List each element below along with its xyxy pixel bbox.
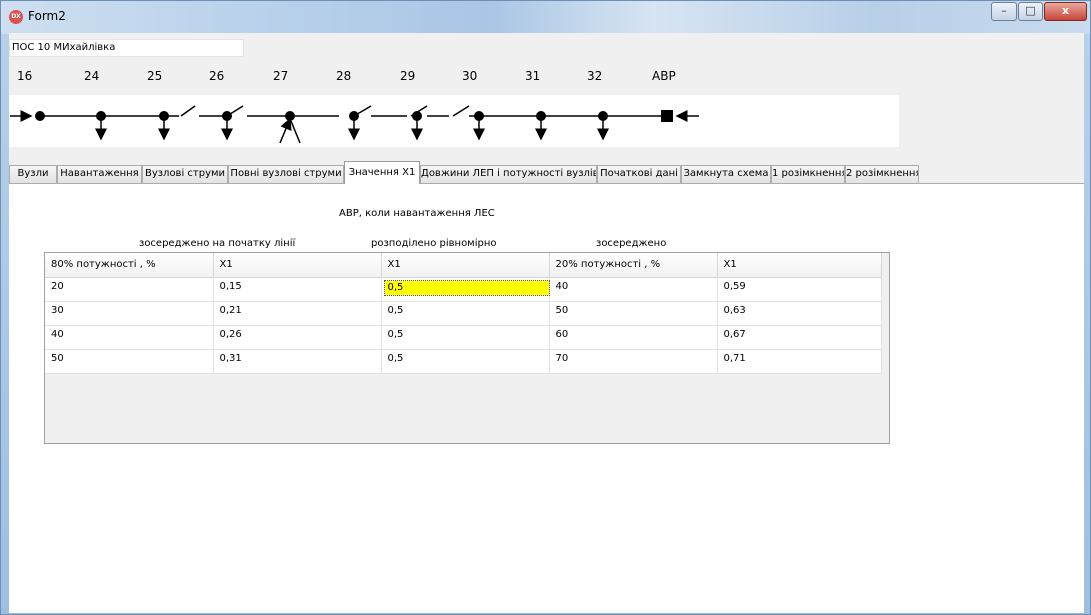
table-cell[interactable]: 0,31 [213,349,382,374]
table-cell[interactable]: 60 [549,325,718,350]
table-cell[interactable]: 0,63 [717,301,882,326]
x1-data-grid[interactable]: 80% потужності , % X1 X1 20% потужності … [44,252,890,444]
maximize-button[interactable]: □ [1018,2,1043,21]
node-number: 16 [17,69,33,83]
table-row: 50 0,31 0,5 70 0,71 [45,349,882,374]
table-row: 30 0,21 0,5 50 0,63 [45,301,882,326]
table-cell[interactable]: 0,5 [381,349,550,374]
node-number: АВР [652,69,676,83]
tab-nodes[interactable]: Вузли [9,165,57,183]
station-name-field[interactable]: ПОС 10 МИхайлівка [9,39,244,57]
table-cell[interactable]: 0,15 [213,277,382,302]
app-icon: DX [9,10,23,24]
x1-table: 80% потужності , % X1 X1 20% потужності … [45,253,882,374]
table-cell[interactable]: 0,59 [717,277,882,302]
tab-panel-x1: АВР, коли навантаження ЛЕС зосереджено н… [9,183,1084,613]
column-header[interactable]: X1 [717,253,882,278]
close-button[interactable]: x [1044,2,1087,21]
tab-strip: Вузли Навантаження Вузлові струми Повні … [9,161,1084,184]
tab-x1-values[interactable]: Значення X1 [344,161,420,184]
node-number: 31 [525,69,541,83]
table-cell[interactable]: 50 [549,301,718,326]
tab-closed-scheme[interactable]: Замкнута схема [681,165,771,183]
tab-full-node-currents[interactable]: Повні вузлові струми [228,165,344,183]
table-cell[interactable]: 0,67 [717,325,882,350]
node-number: 26 [209,69,225,83]
column-header[interactable]: X1 [213,253,382,278]
node-number: 29 [400,69,416,83]
table-cell[interactable]: 0,26 [213,325,382,350]
panel-title: АВР, коли навантаження ЛЕС [339,208,495,219]
column-header[interactable]: 80% потужності , % [45,253,214,278]
column-header[interactable]: X1 [381,253,550,278]
table-cell[interactable]: 40 [549,277,718,302]
group-label-concentrated: зосереджено [596,238,667,249]
tab-initial-data[interactable]: Початкові дані [597,165,681,183]
table-cell[interactable]: 40 [45,325,214,350]
table-cell[interactable]: 70 [549,349,718,374]
node-number-row: 16 24 25 26 27 28 29 30 31 32 АВР [9,69,809,85]
node-number: 32 [587,69,603,83]
network-schematic [9,95,899,147]
window-title: Form2 [28,9,66,23]
group-label-concentrated-start: зосереджено на початку лінії [139,238,296,249]
node-number: 24 [84,69,100,83]
table-cell[interactable]: 0,5 [381,325,550,350]
tab-loads[interactable]: Навантаження [57,165,142,183]
node-number: 27 [273,69,289,83]
title-bar[interactable]: DX Form2 – □ x [1,1,1090,34]
tab-first-break[interactable]: 1 розімкнення [771,165,845,183]
table-cell[interactable]: 0,5 [381,301,550,326]
node-number: 25 [147,69,163,83]
table-cell[interactable]: 0,71 [717,349,882,374]
client-area: ПОС 10 МИхайлівка 16 24 25 26 27 28 29 3… [9,33,1084,613]
table-cell[interactable]: 30 [45,301,214,326]
tab-line-lengths[interactable]: Довжини ЛЕП і потужності вузлів [420,165,597,183]
table-cell-selected[interactable]: 0,5 [381,277,550,302]
node-number: 30 [462,69,478,83]
table-cell[interactable]: 0,21 [213,301,382,326]
node-number: 28 [336,69,352,83]
table-row: 20 0,15 0,5 40 0,59 [45,277,882,302]
selected-cell-value: 0,5 [383,279,550,296]
table-header-row: 80% потужності , % X1 X1 20% потужності … [45,253,882,278]
tab-second-break[interactable]: 2 розімкнення [845,165,919,183]
column-header[interactable]: 20% потужності , % [549,253,718,278]
form2-window: DX Form2 – □ x ПОС 10 МИхайлівка 16 24 2… [0,0,1091,615]
table-cell[interactable]: 50 [45,349,214,374]
table-row: 40 0,26 0,5 60 0,67 [45,325,882,350]
group-label-uniform: розподілено рівномірно [371,238,497,249]
tab-node-currents[interactable]: Вузлові струми [142,165,228,183]
table-cell[interactable]: 20 [45,277,214,302]
minimize-button[interactable]: – [991,2,1017,21]
